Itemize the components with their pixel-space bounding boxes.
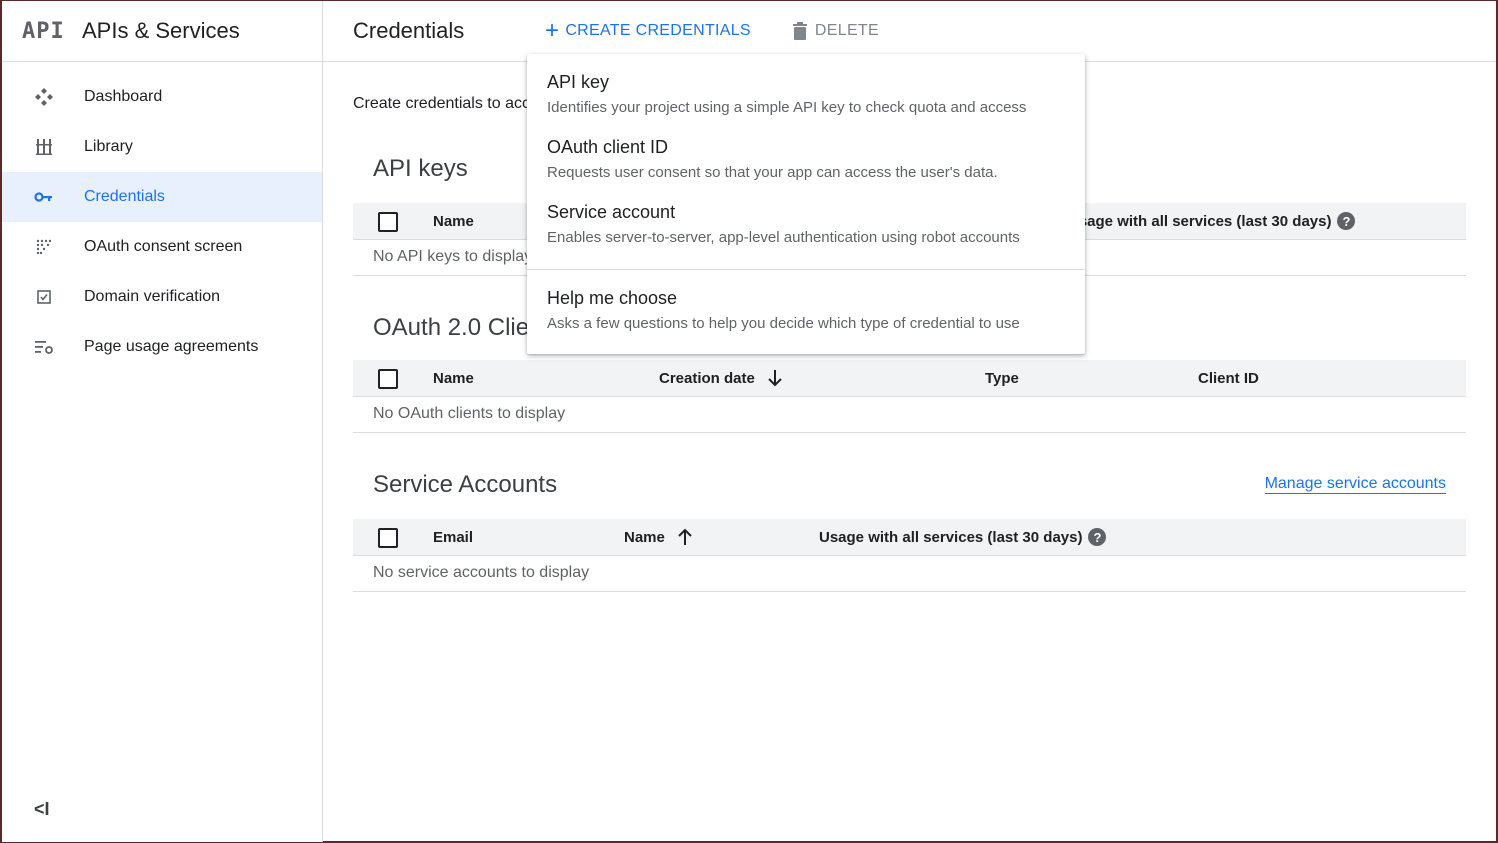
toolbar: Credentials + CREATE CREDENTIALS DELETE	[323, 1, 1496, 62]
api-keys-title: API keys	[373, 155, 468, 182]
menu-item-help-me-choose[interactable]: Help me choose Asks a few questions to h…	[547, 288, 1020, 332]
arrow-down-icon	[768, 370, 782, 387]
menu-item-desc: Enables server-to-server, app-level auth…	[547, 229, 1020, 246]
sidebar-item-label: Credentials	[84, 188, 165, 205]
delete-button[interactable]: DELETE	[792, 22, 879, 40]
app-title[interactable]: APIs & Services	[82, 18, 240, 44]
col-name[interactable]: Name	[433, 360, 474, 396]
api-logo: API	[22, 18, 65, 44]
create-credentials-menu: API key Identifies your project using a …	[527, 54, 1085, 354]
key-icon	[32, 185, 56, 209]
oauth-table-header: Name Creation date Type Client ID	[353, 360, 1466, 397]
sidebar-item-dashboard[interactable]: Dashboard	[2, 72, 322, 122]
trash-icon	[792, 22, 807, 40]
col-usage-label: Usage with all services (last 30 days)	[819, 528, 1083, 546]
sidebar-item-page-usage[interactable]: Page usage agreements	[2, 322, 322, 372]
menu-item-desc: Identifies your project using a simple A…	[547, 99, 1027, 116]
sidebar-item-domain-verification[interactable]: Domain verification	[2, 272, 322, 322]
menu-item-service-account[interactable]: Service account Enables server-to-server…	[547, 202, 1020, 246]
sidebar-header: API APIs & Services	[2, 1, 322, 62]
library-icon	[32, 135, 56, 159]
sidebar: API APIs & Services Dashboard Library Cr…	[2, 1, 323, 842]
help-icon[interactable]: ?	[1088, 528, 1107, 546]
col-type[interactable]: Type	[985, 360, 1019, 396]
col-client-id[interactable]: Client ID	[1198, 360, 1259, 396]
col-email[interactable]: Email	[433, 519, 473, 555]
checkbox-icon	[32, 285, 56, 309]
manage-service-accounts-link[interactable]: Manage service accounts	[1264, 475, 1446, 494]
service-accounts-table-header: Email Name Usage with all services (last…	[353, 519, 1466, 556]
sidebar-item-label: Library	[84, 138, 133, 155]
empty-message: No service accounts to display	[373, 564, 590, 581]
menu-item-desc: Asks a few questions to help you decide …	[547, 315, 1020, 332]
menu-item-title: Help me choose	[547, 288, 678, 308]
sidebar-item-label: Page usage agreements	[84, 338, 259, 355]
consent-icon	[32, 235, 56, 259]
col-creation-date[interactable]: Creation date	[659, 360, 783, 396]
menu-divider	[527, 269, 1085, 270]
menu-item-title: OAuth client ID	[547, 137, 669, 157]
menu-item-desc: Requests user consent so that your app c…	[547, 164, 998, 181]
help-icon[interactable]: ?	[1337, 212, 1356, 230]
col-usage-label: Usage with all services (last 30 days)	[1068, 212, 1332, 230]
create-credentials-button[interactable]: + CREATE CREDENTIALS	[545, 17, 751, 44]
col-name[interactable]: Name	[433, 203, 474, 239]
menu-item-api-key[interactable]: API key Identifies your project using a …	[547, 72, 1026, 116]
menu-item-title: Service account	[547, 202, 676, 222]
sidebar-item-credentials[interactable]: Credentials	[2, 172, 322, 222]
settings-list-icon	[32, 335, 56, 359]
menu-item-oauth-client-id[interactable]: OAuth client ID Requests user consent so…	[547, 137, 998, 181]
empty-message: No API keys to display	[373, 248, 533, 265]
sidebar-item-oauth-consent[interactable]: OAuth consent screen	[2, 222, 322, 272]
dashboard-icon	[32, 85, 56, 109]
col-name-label: Name	[624, 528, 665, 546]
col-usage: Usage with all services (last 30 days) ?	[1068, 203, 1356, 239]
col-name[interactable]: Name	[624, 519, 693, 555]
menu-item-title: API key	[547, 72, 610, 92]
sidebar-item-library[interactable]: Library	[2, 122, 322, 172]
col-usage: Usage with all services (last 30 days) ?	[819, 519, 1107, 555]
delete-label: DELETE	[814, 22, 879, 39]
arrow-up-icon	[678, 528, 692, 545]
plus-icon: +	[545, 17, 560, 44]
sidebar-item-label: Dashboard	[84, 88, 163, 105]
col-creation-date-label: Creation date	[659, 369, 755, 387]
sidebar-nav: Dashboard Library Credentials OAuth cons…	[2, 72, 322, 372]
oauth-empty-row: No OAuth clients to display	[353, 397, 1466, 433]
select-all-checkbox[interactable]	[378, 528, 398, 548]
select-all-checkbox[interactable]	[378, 212, 398, 232]
collapse-sidebar-button[interactable]: <I	[34, 799, 50, 820]
create-credentials-label: CREATE CREDENTIALS	[565, 22, 751, 39]
sidebar-item-label: OAuth consent screen	[84, 238, 243, 255]
sidebar-item-label: Domain verification	[84, 288, 221, 305]
service-accounts-empty-row: No service accounts to display	[353, 556, 1466, 592]
empty-message: No OAuth clients to display	[373, 405, 566, 422]
page-title: Credentials	[353, 18, 465, 43]
select-all-checkbox[interactable]	[378, 369, 398, 389]
service-accounts-title: Service Accounts	[373, 471, 558, 498]
